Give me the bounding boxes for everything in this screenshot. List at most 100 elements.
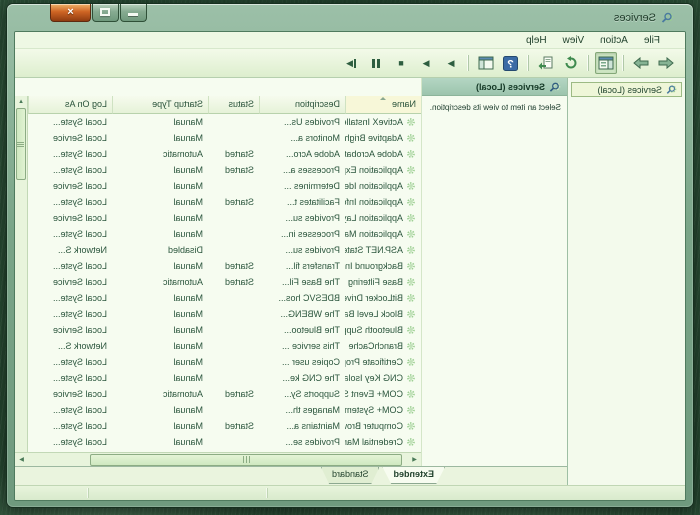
start-service-button[interactable]: ▶ xyxy=(440,52,462,74)
service-row[interactable]: BitLocker Drive En... BDESVC hos... Manu… xyxy=(28,290,421,306)
tab-extended[interactable]: Extended xyxy=(382,467,445,484)
export-list-button[interactable] xyxy=(535,52,557,74)
menu-view[interactable]: View xyxy=(556,34,592,47)
service-gear-icon xyxy=(406,437,416,447)
service-startup-type: Manual xyxy=(112,293,208,303)
status-divider xyxy=(267,488,268,498)
maximize-button[interactable] xyxy=(92,4,119,22)
service-row[interactable]: COM+ System Ap... Manages th... Manual L… xyxy=(28,402,421,418)
close-button[interactable]: × xyxy=(50,4,91,22)
service-log-on-as: Local Service xyxy=(28,133,112,143)
menu-file[interactable]: File xyxy=(637,34,667,47)
service-description: Processes a... xyxy=(259,165,345,175)
tab-standard[interactable]: Standard xyxy=(321,467,380,484)
forward-button[interactable] xyxy=(630,52,652,74)
service-startup-type: Automatic xyxy=(112,149,208,159)
show-action-pane-button[interactable] xyxy=(475,52,497,74)
service-description: Manages th... xyxy=(259,405,345,415)
service-row[interactable]: Bluetooth Support... The Bluetoo... Manu… xyxy=(28,322,421,338)
service-row[interactable]: BranchCache This service ... Manual Netw… xyxy=(28,338,421,354)
service-row[interactable]: Block Level Backu... The WBENG... Manual… xyxy=(28,306,421,322)
service-description: Provides su... xyxy=(259,245,345,255)
service-gear-icon xyxy=(406,229,416,239)
export-list-icon xyxy=(539,56,554,70)
service-log-on-as: Network S... xyxy=(28,245,112,255)
list-header: Name Description Status Startup Type Log… xyxy=(15,96,421,114)
service-startup-type: Manual xyxy=(112,325,208,335)
service-row[interactable]: ActiveX Installer (... Provides Us... Ma… xyxy=(28,114,421,130)
play-service-button[interactable]: ▶ xyxy=(415,52,437,74)
column-header-startup-type[interactable]: Startup Type xyxy=(112,96,208,114)
service-gear-icon xyxy=(406,117,416,127)
service-row[interactable]: ASP.NET State Ser... Provides su... Disa… xyxy=(28,242,421,258)
service-gear-icon xyxy=(406,389,416,399)
scroll-right-icon[interactable]: ▶ xyxy=(15,456,28,463)
column-header-name[interactable]: Name xyxy=(345,96,421,114)
service-row[interactable]: Base Filtering Engi... The Base Fil... S… xyxy=(28,274,421,290)
service-row[interactable]: Background Intelli... Transfers fil... S… xyxy=(28,258,421,274)
column-header-log-on-as[interactable]: Log On As xyxy=(28,96,112,114)
scroll-left-icon[interactable]: ◀ xyxy=(408,456,421,463)
service-row[interactable]: Application Mana... Processes in... Manu… xyxy=(28,226,421,242)
service-row[interactable]: Application Identity Determines ... Manu… xyxy=(28,178,421,194)
client-area: File Action View Help xyxy=(14,31,686,501)
services-node-icon xyxy=(666,84,677,95)
stop-service-button[interactable]: ■ xyxy=(390,52,412,74)
service-row[interactable]: Adobe Acrobat U... Adobe Acro... Started… xyxy=(28,146,421,162)
toolbar-separator xyxy=(623,55,624,71)
service-gear-icon xyxy=(406,213,416,223)
menu-action[interactable]: Action xyxy=(593,34,635,47)
service-status: Started xyxy=(208,165,259,175)
horizontal-scrollbar-track[interactable] xyxy=(28,454,408,466)
column-header-status[interactable]: Status xyxy=(208,96,259,114)
horizontal-scrollbar[interactable]: ◀ ▶ xyxy=(15,452,421,466)
service-row[interactable]: Computer Browser Maintains a... Started … xyxy=(28,418,421,434)
restart-service-button[interactable]: ▶ xyxy=(340,52,362,74)
column-header-description[interactable]: Description xyxy=(259,96,345,114)
selection-hint: Select an item to view its description. xyxy=(422,96,567,113)
service-name: ActiveX Installer (... xyxy=(345,117,403,127)
description-panel-header: Services (Local) xyxy=(422,78,567,96)
service-name: Computer Browser xyxy=(345,421,403,431)
refresh-button[interactable] xyxy=(560,52,582,74)
service-description: Monitors a... xyxy=(259,133,345,143)
show-console-tree-button[interactable] xyxy=(595,52,617,74)
pause-service-button[interactable] xyxy=(365,52,387,74)
menu-help[interactable]: Help xyxy=(519,34,554,47)
service-description: Provides su... xyxy=(259,213,345,223)
status-bar xyxy=(15,485,685,500)
toolbar: ? ▶ xyxy=(15,49,685,78)
service-row[interactable]: CNG Key Isolation The CNG ke... Manual L… xyxy=(28,370,421,386)
horizontal-scrollbar-thumb[interactable] xyxy=(90,454,402,466)
service-row[interactable]: Certificate Propag... Copies user ... Ma… xyxy=(28,354,421,370)
service-name: Application Infor... xyxy=(345,197,403,207)
service-row[interactable]: Adaptive Brightness Monitors a... Manual… xyxy=(28,130,421,146)
tree-item-services-local[interactable]: Services (Local) xyxy=(571,82,682,97)
service-startup-type: Automatic xyxy=(112,277,208,287)
service-row[interactable]: Application Layer ... Provides su... Man… xyxy=(28,210,421,226)
scroll-up-icon[interactable]: ▲ xyxy=(15,96,27,108)
help-button[interactable]: ? xyxy=(500,52,522,74)
minimize-button[interactable] xyxy=(120,4,147,22)
titlebar[interactable]: Services × xyxy=(14,4,686,31)
service-log-on-as: Local Service xyxy=(28,277,112,287)
service-name: Application Experi... xyxy=(345,165,403,175)
toolbar-separator xyxy=(528,55,529,71)
service-row[interactable]: Credential Manager Provides se... Manual… xyxy=(28,434,421,450)
service-row[interactable]: Application Infor... Facilitates t... St… xyxy=(28,194,421,210)
status-divider xyxy=(88,488,89,498)
sort-ascending-icon xyxy=(381,97,387,100)
back-button[interactable] xyxy=(655,52,677,74)
refresh-icon xyxy=(564,56,578,70)
service-log-on-as: Local Syste... xyxy=(28,309,112,319)
service-row[interactable]: Application Experi... Processes a... Sta… xyxy=(28,162,421,178)
service-log-on-as: Network S... xyxy=(28,341,112,351)
vertical-scrollbar[interactable]: ▲ xyxy=(15,96,28,452)
menu-bar: File Action View Help xyxy=(15,32,685,49)
vertical-scrollbar-thumb[interactable] xyxy=(16,108,26,180)
stop-service-icon: ■ xyxy=(398,59,403,68)
service-row[interactable]: COM+ Event Syst... Supports Sy... Starte… xyxy=(28,386,421,402)
services-list: Name Description Status Startup Type Log… xyxy=(15,96,421,466)
play-service-icon: ▶ xyxy=(423,59,430,68)
service-description: Adobe Acro... xyxy=(259,149,345,159)
